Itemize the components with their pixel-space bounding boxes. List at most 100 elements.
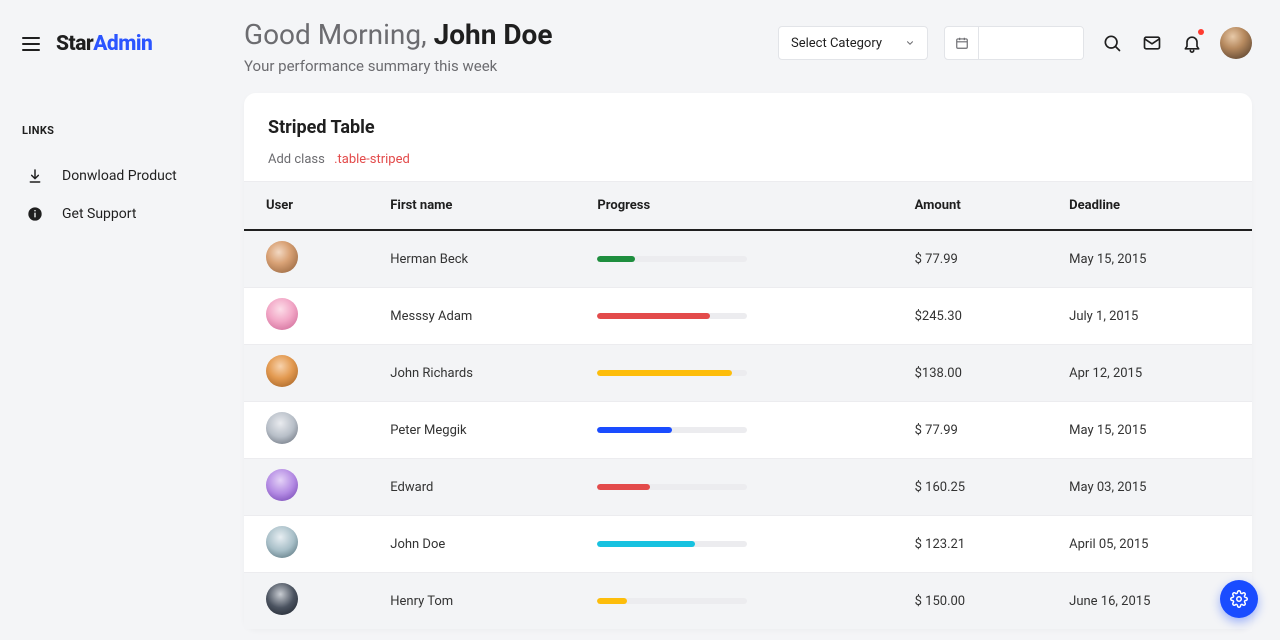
progress-bar bbox=[597, 484, 650, 490]
date-input[interactable] bbox=[979, 27, 1083, 59]
cell-progress bbox=[575, 402, 892, 459]
page-subtitle: Your performance summary this week bbox=[244, 57, 552, 75]
cell-amount: $ 77.99 bbox=[893, 402, 1048, 459]
download-icon bbox=[26, 167, 44, 185]
col-deadline: Deadline bbox=[1047, 182, 1252, 231]
progress-bar bbox=[597, 256, 635, 262]
cell-user bbox=[244, 459, 368, 516]
cell-name: Messsy Adam bbox=[368, 288, 575, 345]
row-avatar bbox=[266, 298, 298, 330]
progress-track bbox=[597, 313, 747, 319]
progress-track bbox=[597, 427, 747, 433]
cell-progress bbox=[575, 459, 892, 516]
hamburger-icon[interactable] bbox=[22, 37, 40, 51]
card-title: Striped Table bbox=[268, 117, 1228, 138]
greeting-user: John Doe bbox=[434, 18, 553, 51]
cell-user bbox=[244, 345, 368, 402]
cell-progress bbox=[575, 516, 892, 573]
main-content: Good Morning, John Doe Your performance … bbox=[224, 0, 1280, 640]
header-actions: Select Category bbox=[778, 26, 1252, 60]
cell-progress bbox=[575, 345, 892, 402]
sidebar: StarAdmin LINKS Donwload Product Get Sup… bbox=[0, 0, 224, 640]
search-icon[interactable] bbox=[1100, 31, 1124, 55]
settings-fab[interactable] bbox=[1220, 580, 1258, 618]
table-row: Herman Beck $ 77.99 May 15, 2015 bbox=[244, 230, 1252, 288]
chevron-down-icon bbox=[905, 38, 915, 48]
sidebar-section-title: LINKS bbox=[22, 124, 202, 137]
table-row: John Richards $138.00 Apr 12, 2015 bbox=[244, 345, 1252, 402]
greeting-prefix: Good Morning, bbox=[244, 18, 434, 51]
col-user: User bbox=[244, 182, 368, 231]
cell-progress bbox=[575, 573, 892, 630]
cell-name: Edward bbox=[368, 459, 575, 516]
brand-part-1: Star bbox=[56, 32, 93, 56]
table-row: Peter Meggik $ 77.99 May 15, 2015 bbox=[244, 402, 1252, 459]
sidebar-item-label: Get Support bbox=[62, 206, 136, 222]
cell-progress bbox=[575, 288, 892, 345]
row-avatar bbox=[266, 469, 298, 501]
col-amount: Amount bbox=[893, 182, 1048, 231]
progress-bar bbox=[597, 313, 710, 319]
bell-icon[interactable] bbox=[1180, 31, 1204, 55]
cell-progress bbox=[575, 230, 892, 288]
cell-deadline: May 15, 2015 bbox=[1047, 402, 1252, 459]
progress-track bbox=[597, 598, 747, 604]
cell-deadline: May 03, 2015 bbox=[1047, 459, 1252, 516]
sidebar-item-support[interactable]: Get Support bbox=[22, 195, 202, 233]
progress-bar bbox=[597, 598, 627, 604]
cell-amount: $245.30 bbox=[893, 288, 1048, 345]
cell-amount: $ 150.00 bbox=[893, 573, 1048, 630]
table-row: Edward $ 160.25 May 03, 2015 bbox=[244, 459, 1252, 516]
card-subtitle: Add class .table-striped bbox=[268, 152, 1228, 167]
row-avatar bbox=[266, 583, 298, 615]
brand-logo[interactable]: StarAdmin bbox=[56, 32, 152, 56]
card-sub-prefix: Add class bbox=[268, 152, 325, 167]
cell-amount: $ 160.25 bbox=[893, 459, 1048, 516]
category-select[interactable]: Select Category bbox=[778, 26, 928, 60]
cell-user bbox=[244, 402, 368, 459]
page-title: Good Morning, John Doe bbox=[244, 18, 552, 51]
greeting: Good Morning, John Doe Your performance … bbox=[244, 18, 552, 75]
cell-user bbox=[244, 288, 368, 345]
col-firstname: First name bbox=[368, 182, 575, 231]
cell-name: Henry Tom bbox=[368, 573, 575, 630]
cell-amount: $ 77.99 bbox=[893, 230, 1048, 288]
cell-name: John Doe bbox=[368, 516, 575, 573]
cell-name: Herman Beck bbox=[368, 230, 575, 288]
cell-deadline: April 05, 2015 bbox=[1047, 516, 1252, 573]
date-picker[interactable] bbox=[944, 26, 1084, 60]
col-progress: Progress bbox=[575, 182, 892, 231]
brand-part-2: Admin bbox=[93, 32, 152, 56]
cell-amount: $ 123.21 bbox=[893, 516, 1048, 573]
row-avatar bbox=[266, 412, 298, 444]
card-sub-code: .table-striped bbox=[334, 152, 410, 167]
gear-icon bbox=[1230, 590, 1248, 608]
sidebar-item-label: Donwload Product bbox=[62, 168, 177, 184]
progress-bar bbox=[597, 427, 672, 433]
cell-user bbox=[244, 573, 368, 630]
striped-table: User First name Progress Amount Deadline… bbox=[244, 181, 1252, 629]
cell-deadline: Apr 12, 2015 bbox=[1047, 345, 1252, 402]
progress-track bbox=[597, 256, 747, 262]
cell-deadline: July 1, 2015 bbox=[1047, 288, 1252, 345]
cell-name: John Richards bbox=[368, 345, 575, 402]
mail-icon[interactable] bbox=[1140, 31, 1164, 55]
table-row: John Doe $ 123.21 April 05, 2015 bbox=[244, 516, 1252, 573]
row-avatar bbox=[266, 526, 298, 558]
table-row: Henry Tom $ 150.00 June 16, 2015 bbox=[244, 573, 1252, 630]
user-avatar[interactable] bbox=[1220, 27, 1252, 59]
table-row: Messsy Adam $245.30 July 1, 2015 bbox=[244, 288, 1252, 345]
progress-track bbox=[597, 370, 747, 376]
cell-deadline: May 15, 2015 bbox=[1047, 230, 1252, 288]
progress-bar bbox=[597, 541, 695, 547]
category-select-label: Select Category bbox=[791, 36, 882, 51]
cell-user bbox=[244, 516, 368, 573]
info-icon bbox=[26, 205, 44, 223]
row-avatar bbox=[266, 241, 298, 273]
progress-track bbox=[597, 484, 747, 490]
cell-user bbox=[244, 230, 368, 288]
calendar-icon bbox=[945, 27, 979, 59]
progress-track bbox=[597, 541, 747, 547]
sidebar-item-download[interactable]: Donwload Product bbox=[22, 157, 202, 195]
striped-table-card: Striped Table Add class .table-striped U… bbox=[244, 93, 1252, 629]
